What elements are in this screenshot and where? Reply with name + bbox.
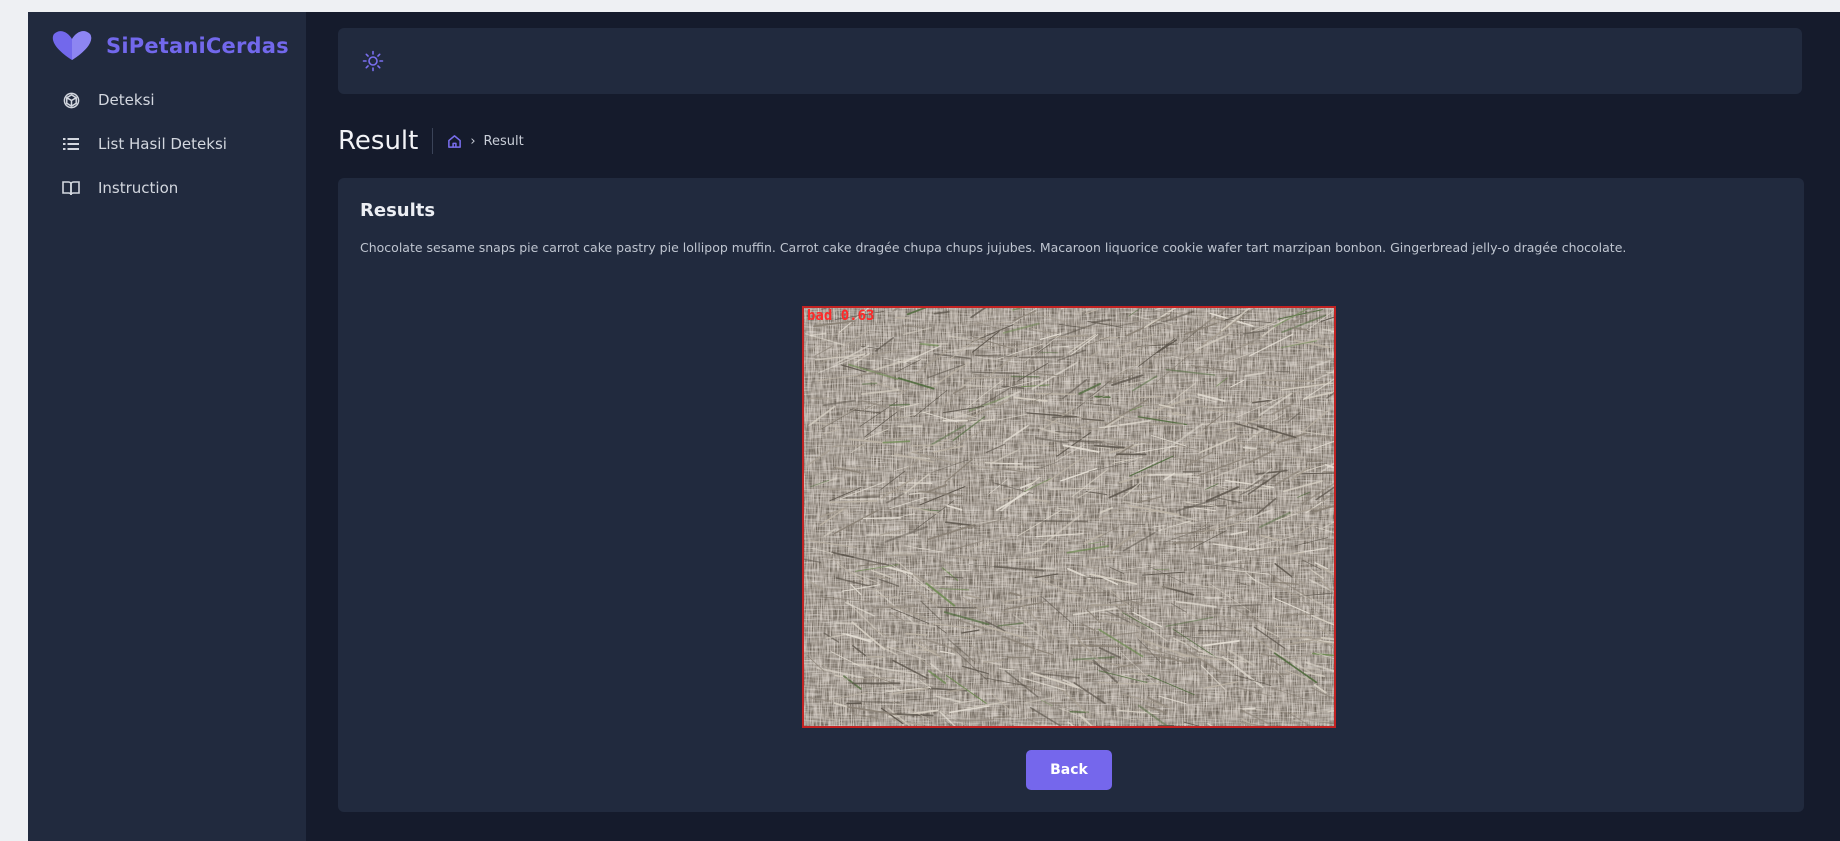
brand-name: SiPetaniCerdas: [106, 34, 289, 58]
sidebar-item-label: List Hasil Deteksi: [98, 135, 227, 153]
home-icon: [448, 134, 462, 148]
breadcrumb-home-link[interactable]: [447, 134, 462, 149]
list-icon: [62, 135, 80, 153]
sidebar-item-label: Instruction: [98, 179, 179, 197]
theme-toggle-button[interactable]: [360, 48, 386, 74]
back-button[interactable]: Back: [1026, 750, 1112, 790]
app-window: SiPetaniCerdas Deteksi List Hasil Deteks…: [28, 12, 1840, 841]
detection-result-image: bad 0.63: [802, 306, 1336, 728]
sidebar-item-deteksi[interactable]: Deteksi: [52, 82, 306, 118]
sidebar-item-list-hasil-deteksi[interactable]: List Hasil Deteksi: [52, 126, 306, 162]
cube-icon: [62, 91, 80, 109]
sidebar: SiPetaniCerdas Deteksi List Hasil Deteks…: [28, 12, 306, 841]
book-icon: [62, 179, 80, 197]
breadcrumb: › Result: [447, 133, 524, 149]
sidebar-item-label: Deteksi: [98, 91, 155, 109]
breadcrumb-current: Result: [483, 133, 524, 149]
detection-label: bad 0.63: [807, 308, 875, 324]
page-header: Result › Result: [338, 116, 1802, 166]
field-photo: [804, 308, 1334, 726]
brand[interactable]: SiPetaniCerdas: [52, 30, 306, 62]
results-card: Results Chocolate sesame snaps pie carro…: [338, 178, 1804, 812]
title-divider: [432, 128, 434, 154]
page-title: Result: [338, 126, 419, 156]
topbar: [338, 28, 1802, 94]
sun-icon: [362, 50, 384, 72]
sidebar-item-instruction[interactable]: Instruction: [52, 170, 306, 206]
breadcrumb-separator: ›: [470, 133, 476, 149]
heart-logo-icon: [52, 31, 92, 60]
results-description: Chocolate sesame snaps pie carrot cake p…: [360, 240, 1627, 255]
results-title: Results: [360, 200, 436, 221]
